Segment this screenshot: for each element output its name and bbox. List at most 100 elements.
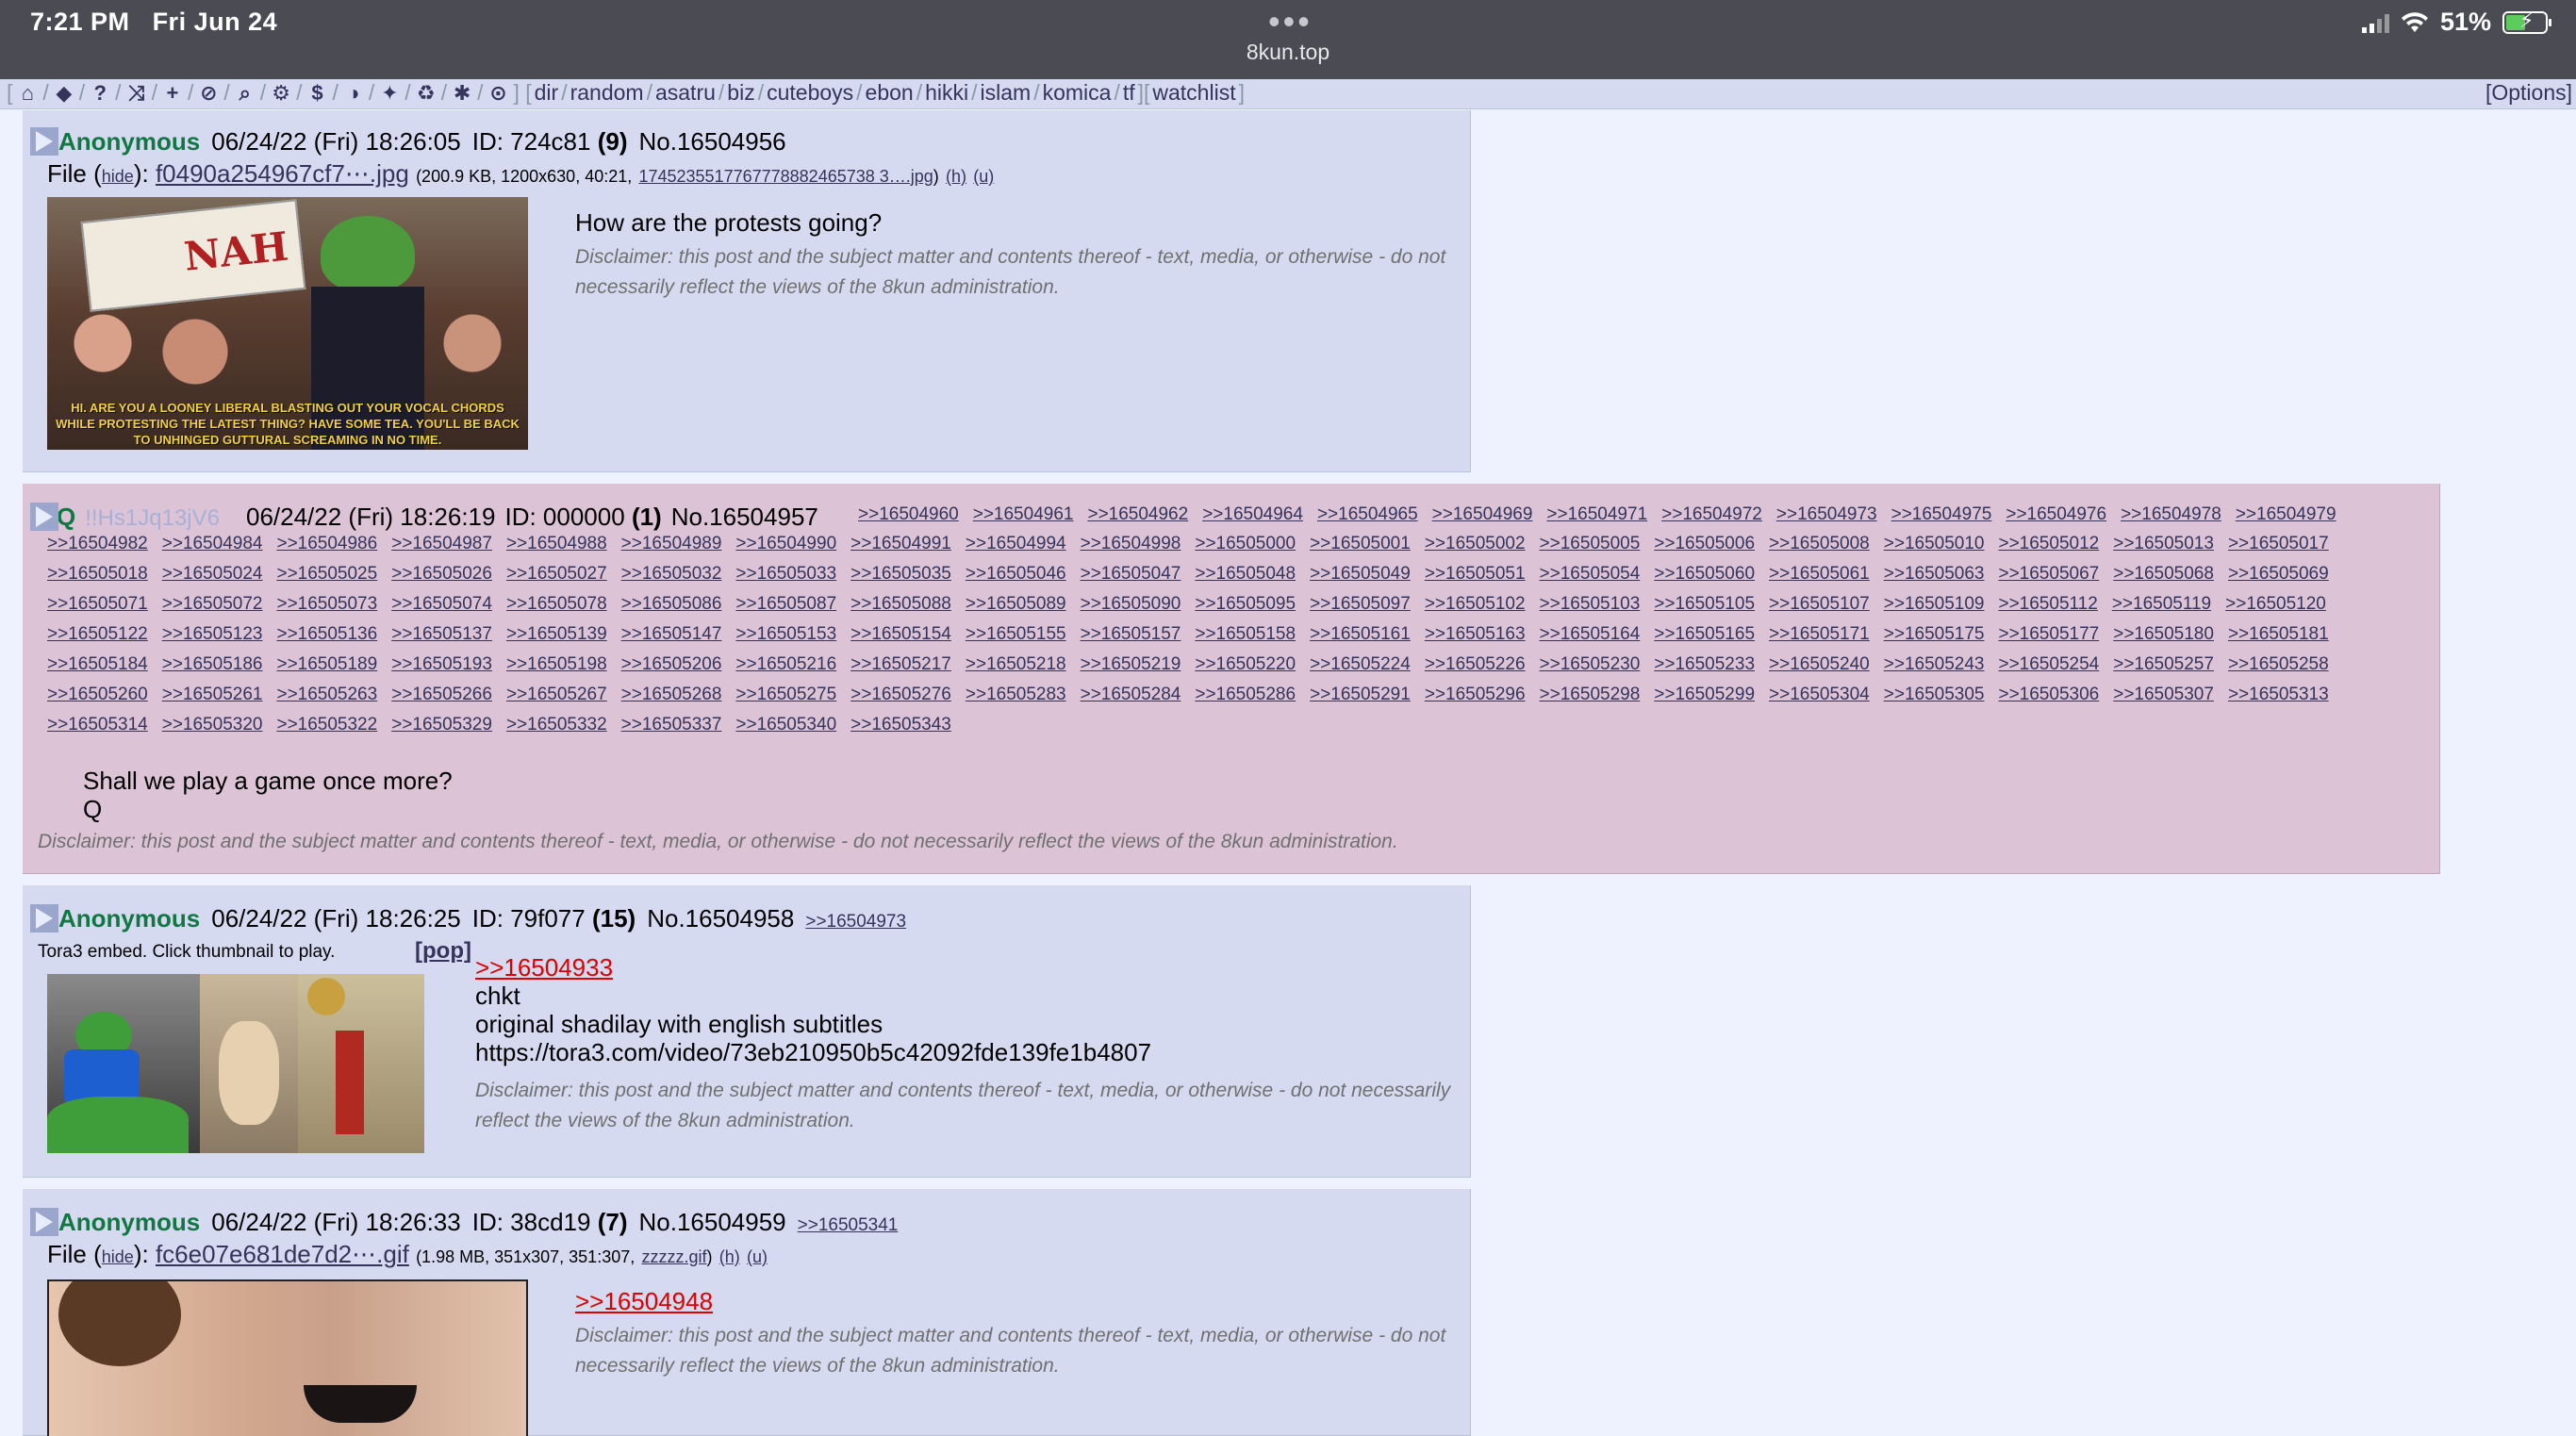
backlink[interactable]: >>16504998 <box>1081 534 1181 554</box>
backlink[interactable]: >>16504962 <box>1087 504 1188 525</box>
backlink[interactable]: >>16505154 <box>850 624 951 645</box>
backlink[interactable]: >>16505186 <box>162 654 263 675</box>
backlink[interactable]: >>16505275 <box>735 685 836 705</box>
plus-icon[interactable]: + <box>160 81 185 106</box>
backlink[interactable]: >>16505102 <box>1425 594 1526 615</box>
options-link[interactable]: [Options] <box>2485 80 2572 106</box>
backlink[interactable]: >>16505286 <box>1195 685 1296 705</box>
backlink[interactable]: >>16505017 <box>2228 534 2329 554</box>
backlink[interactable]: >>16504982 <box>47 534 148 554</box>
hide-file-link[interactable]: hide <box>102 1247 134 1266</box>
post-number[interactable]: No.16504958 <box>647 904 794 933</box>
backlink[interactable]: >>16504972 <box>1661 504 1762 525</box>
backlink[interactable]: >>16505291 <box>1310 685 1411 705</box>
ban-icon[interactable]: ⊘ <box>196 81 221 106</box>
post-number[interactable]: No.16504959 <box>639 1208 786 1237</box>
board-link-komica[interactable]: komica <box>1043 80 1112 106</box>
multitasking-dots-icon[interactable]: ••• <box>1268 2 1313 41</box>
tags-icon[interactable]: ◆ <box>52 81 76 106</box>
backlink[interactable]: >>16505233 <box>1654 654 1755 675</box>
unique-link[interactable]: (u) <box>973 167 994 186</box>
backlink[interactable]: >>16504989 <box>621 534 722 554</box>
backlink[interactable]: >>16505054 <box>1540 564 1641 585</box>
backlink[interactable]: >>16505296 <box>1425 685 1526 705</box>
backlink[interactable]: >>16505226 <box>1425 654 1526 675</box>
backlink[interactable]: >>16505047 <box>1081 564 1181 585</box>
backlink[interactable]: >>16505097 <box>1310 594 1411 615</box>
dollar-icon[interactable]: $ <box>305 81 330 106</box>
gear-icon[interactable]: ⚙ <box>269 81 293 106</box>
poster-id[interactable]: ID: 724c81 <box>472 127 591 156</box>
backlink[interactable]: >>16505313 <box>2228 685 2329 705</box>
backlink[interactable]: >>16505012 <box>1998 534 2099 554</box>
backlink[interactable]: >>16505181 <box>2228 624 2329 645</box>
backlink[interactable]: >>16505155 <box>966 624 1066 645</box>
backlink[interactable]: >>16505061 <box>1769 564 1870 585</box>
post-thumbnail-image[interactable]: NAH HI. ARE YOU A LOONEY LIBERAL BLASTIN… <box>47 197 528 450</box>
post-number[interactable]: No.16504956 <box>639 127 786 157</box>
file-name-link[interactable]: f0490a254967cf7⋯.jpg <box>156 159 409 188</box>
quote-link[interactable]: >>16504948 <box>575 1287 713 1315</box>
backlink[interactable]: >>16505266 <box>391 685 492 705</box>
backlink[interactable]: >>16505284 <box>1081 685 1181 705</box>
backlink[interactable]: >>16505243 <box>1884 654 1985 675</box>
backlink[interactable]: >>16505268 <box>621 685 722 705</box>
board-link-tf[interactable]: tf <box>1123 80 1135 106</box>
backlink[interactable]: >>16505010 <box>1884 534 1985 554</box>
backlink[interactable]: >>16505283 <box>966 685 1066 705</box>
backlink[interactable]: >>16505164 <box>1540 624 1641 645</box>
twitter-icon[interactable]: ✦ <box>377 81 402 106</box>
recycle-icon[interactable]: ♻ <box>414 81 438 106</box>
board-link-asatru[interactable]: asatru <box>655 80 716 106</box>
post-thumbnail-image[interactable] <box>47 1279 528 1436</box>
backlink[interactable]: >>16505171 <box>1769 624 1870 645</box>
backlink[interactable]: >>16505161 <box>1310 624 1411 645</box>
file-name-link[interactable]: fc6e07e681de7d2⋯.gif <box>156 1240 409 1268</box>
original-filename-link[interactable]: zzzzz.gif <box>641 1247 706 1266</box>
backlink[interactable]: >>16505119 <box>2112 594 2211 615</box>
backlink[interactable]: >>16505139 <box>506 624 607 645</box>
check-circle-icon[interactable]: ⊙ <box>486 81 510 106</box>
backlink[interactable]: >>16505343 <box>850 715 951 735</box>
backlink[interactable]: >>16505267 <box>506 685 607 705</box>
hide-file-link[interactable]: hide <box>102 167 134 186</box>
backlink[interactable]: >>16505193 <box>391 654 492 675</box>
backlink[interactable]: >>16505006 <box>1654 534 1755 554</box>
backlink[interactable]: >>16504986 <box>276 534 377 554</box>
hash-link[interactable]: (h) <box>719 1247 740 1266</box>
backlink[interactable]: >>16505013 <box>2113 534 2214 554</box>
backlink[interactable]: >>16505067 <box>1998 564 2099 585</box>
backlink[interactable]: >>16505046 <box>966 564 1066 585</box>
backlink[interactable]: >>16505087 <box>735 594 836 615</box>
backlink[interactable]: >>16505261 <box>162 685 263 705</box>
backlink[interactable]: >>16505314 <box>47 715 148 735</box>
video-embed-thumbnail[interactable] <box>47 974 424 1153</box>
search-icon[interactable]: ⌕ <box>233 81 257 106</box>
backlink[interactable]: >>16505254 <box>1998 654 2099 675</box>
backlink[interactable]: >>16504975 <box>1891 504 1992 525</box>
backlink[interactable]: >>16505165 <box>1654 624 1755 645</box>
original-filename-link[interactable]: 1745235517767778882465738 3….jpg <box>638 167 933 186</box>
backlink[interactable]: >>16505332 <box>506 715 607 735</box>
backlink[interactable]: >>16505072 <box>162 594 263 615</box>
backlink[interactable]: >>16504961 <box>973 504 1074 525</box>
pop-embed-link[interactable]: [pop] <box>415 938 471 965</box>
backlink[interactable]: >>16505224 <box>1310 654 1411 675</box>
backlink[interactable]: >>16505073 <box>276 594 377 615</box>
backlink[interactable]: >>16505001 <box>1310 534 1411 554</box>
backlink[interactable]: >>16505105 <box>1654 594 1755 615</box>
backlink[interactable]: >>16505180 <box>2113 624 2214 645</box>
backlink[interactable]: >>16505240 <box>1769 654 1870 675</box>
board-link-dir[interactable]: dir <box>535 80 559 106</box>
backlink[interactable]: >>16505109 <box>1884 594 1985 615</box>
backlink[interactable]: >>16504971 <box>1546 504 1647 525</box>
backlink[interactable]: >>16505219 <box>1081 654 1181 675</box>
backlink[interactable]: >>16505218 <box>966 654 1066 675</box>
backlink[interactable]: >>16505002 <box>1425 534 1526 554</box>
backlink[interactable]: >>16505158 <box>1195 624 1296 645</box>
backlink[interactable]: >>16505005 <box>1540 534 1641 554</box>
board-link-biz[interactable]: biz <box>727 80 754 106</box>
backlink[interactable]: >>16505060 <box>1654 564 1755 585</box>
backlink[interactable]: >>16505090 <box>1081 594 1181 615</box>
backlink[interactable]: >>16504979 <box>2236 504 2337 525</box>
